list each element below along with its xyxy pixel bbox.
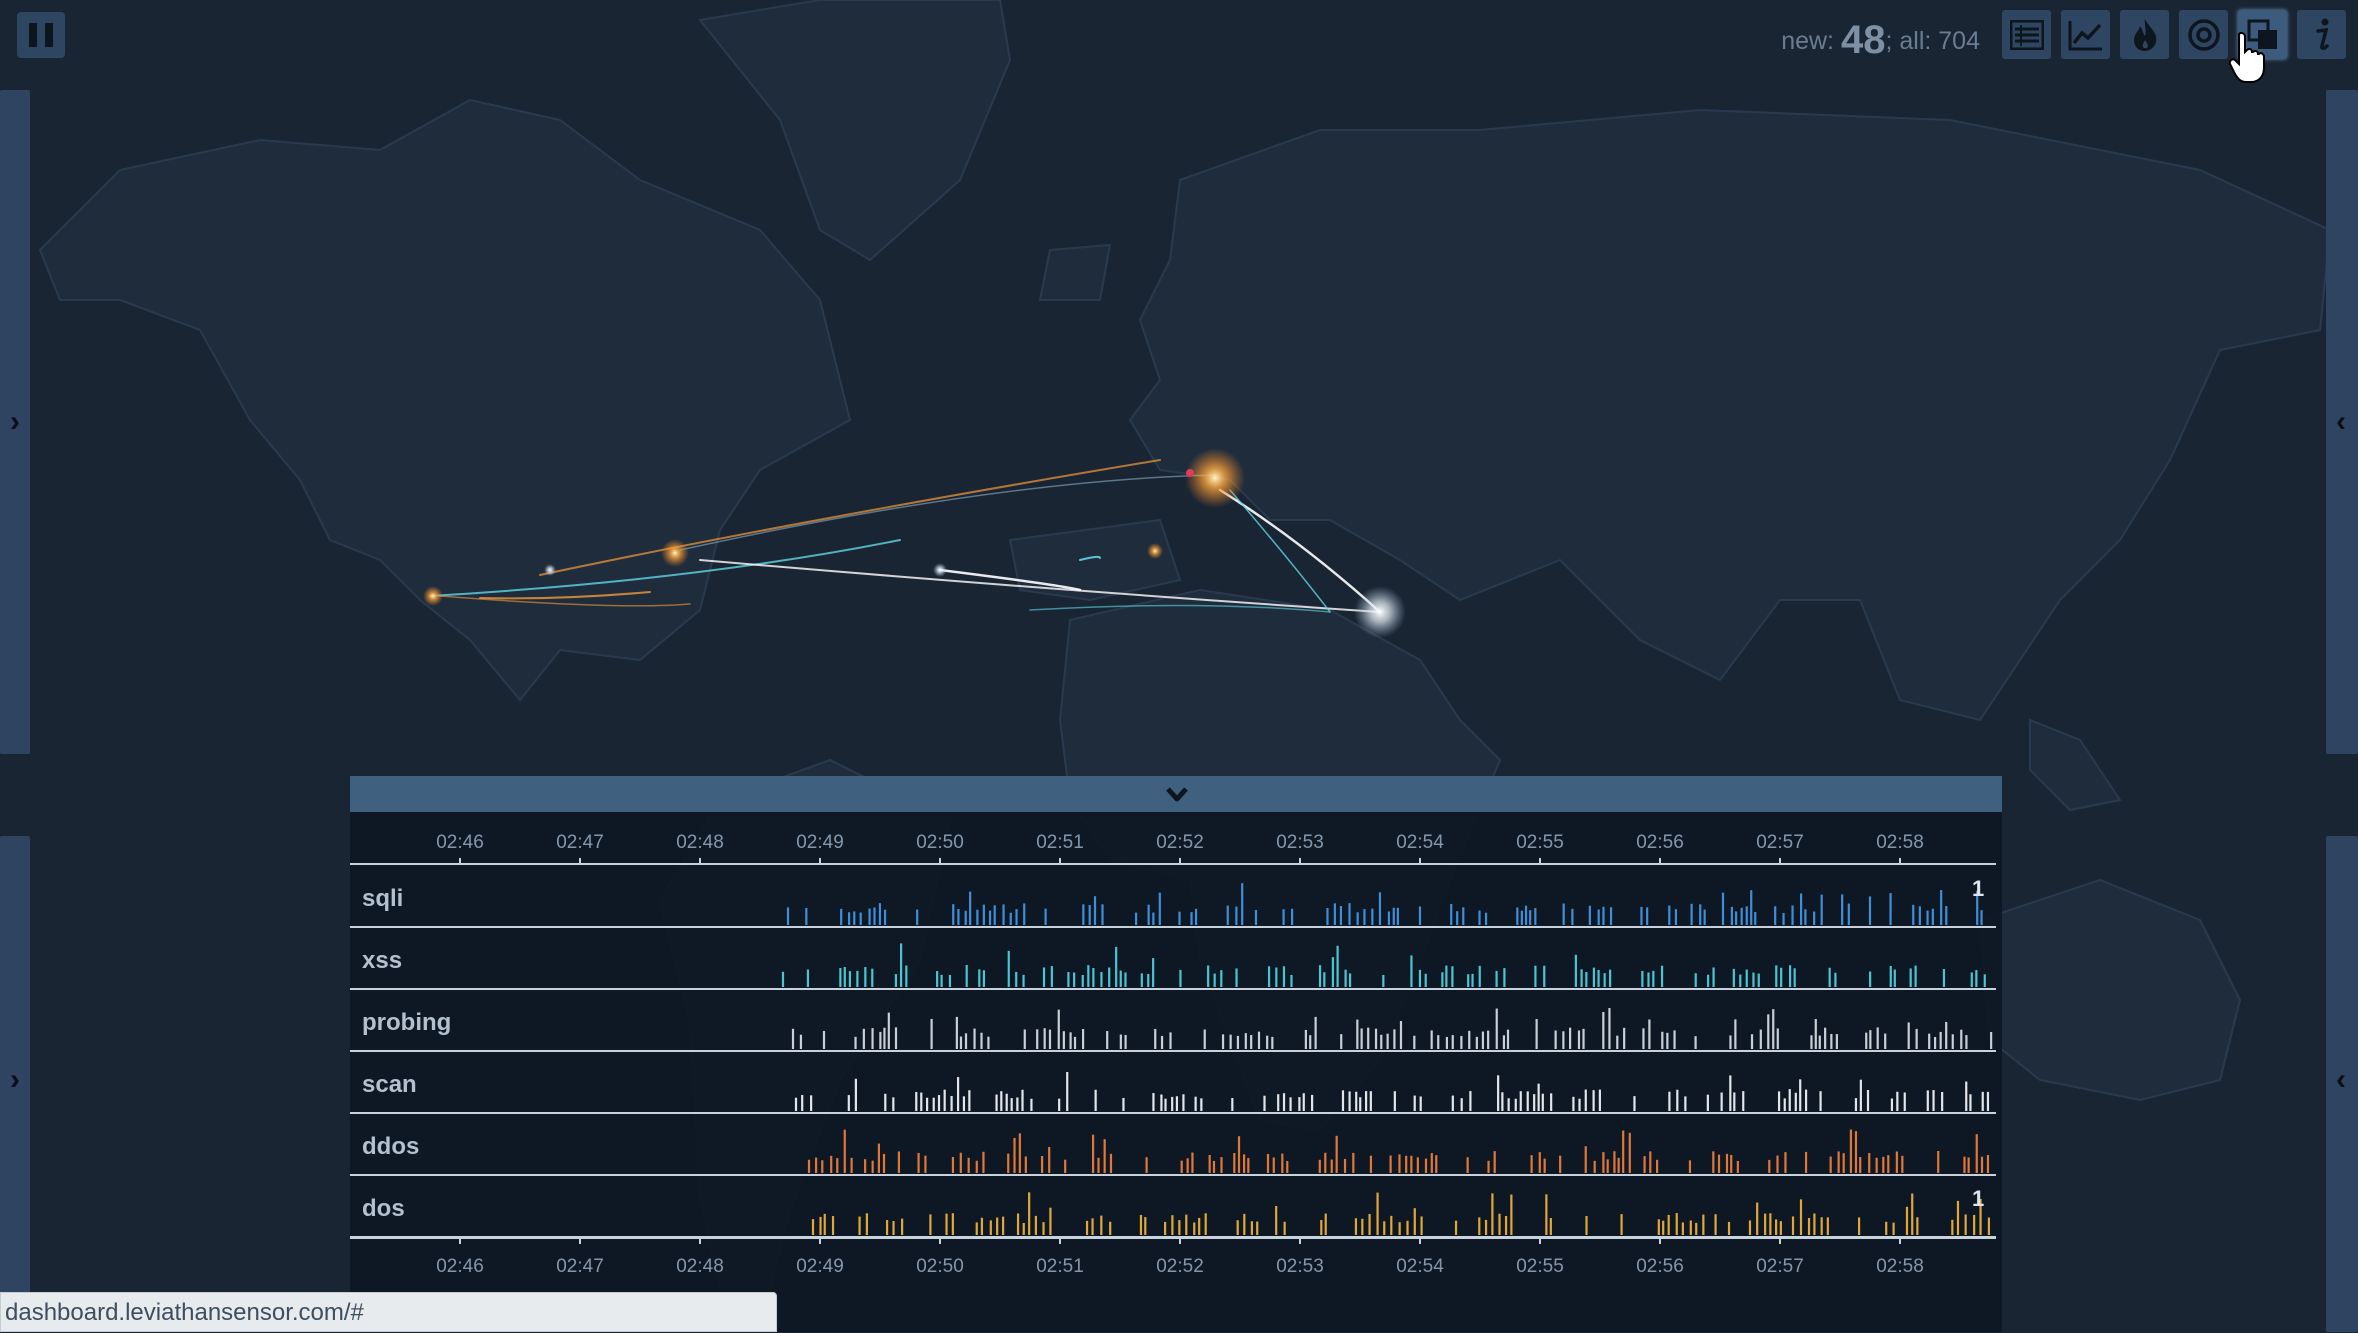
attack-timeline: 02:46 02:46 02:47 02:47 02:48 02:48 02:49 02:49… xyxy=(350,832,1996,1277)
hand-cursor-icon xyxy=(2229,32,2265,83)
time-tick-label: 02:49 xyxy=(796,1256,844,1277)
time-tick-label: 02:58 xyxy=(1876,1256,1924,1277)
time-tick-label: 02:50 xyxy=(916,1256,964,1277)
counter-new-label: new: xyxy=(1781,27,1834,55)
chart-view-button[interactable] xyxy=(2061,10,2110,59)
time-tick-label: 02:54 xyxy=(1396,832,1444,853)
right-panel-tab-bottom[interactable]: ‹ xyxy=(2326,836,2358,1332)
time-tick-label: 02:47 xyxy=(556,832,604,853)
counter-separator: ; xyxy=(1885,27,1893,55)
pause-button[interactable] xyxy=(17,12,65,58)
time-tick-label: 02:57 xyxy=(1756,1256,1804,1277)
time-tick-label: 02:56 xyxy=(1636,1256,1684,1277)
time-tick-label: 02:55 xyxy=(1516,832,1564,853)
time-tick-label: 02:58 xyxy=(1876,832,1924,853)
row-label-xss: xss xyxy=(362,947,402,974)
row-count-label: 1 xyxy=(1972,876,1984,901)
time-tick-label: 02:51 xyxy=(1036,1256,1084,1277)
flame-icon xyxy=(2133,18,2156,51)
chevron-right-icon: › xyxy=(10,1063,20,1096)
row-label-scan: scan xyxy=(362,1071,417,1098)
time-tick-label: 02:46 xyxy=(436,1256,484,1277)
time-tick-label: 02:48 xyxy=(676,1256,724,1277)
chevron-left-icon: ‹ xyxy=(2336,1063,2346,1096)
counter-all-label: all: xyxy=(1899,27,1932,55)
time-tick-label: 02:46 xyxy=(436,832,484,853)
target-icon xyxy=(2187,18,2220,51)
row-label-ddos: ddos xyxy=(362,1133,419,1160)
row-label-sqli: sqli xyxy=(362,885,403,912)
counter-all-value: 704 xyxy=(1938,27,1980,55)
time-tick-label: 02:49 xyxy=(796,832,844,853)
timeline-panel: 02:46 02:46 02:47 02:47 02:48 02:48 02:49 02:49… xyxy=(350,776,2002,1332)
list-view-button[interactable] xyxy=(2002,10,2051,59)
event-counter: new: 48; all: 704 xyxy=(1781,18,1980,63)
time-tick-label: 02:53 xyxy=(1276,1256,1324,1277)
counter-new-value: 48 xyxy=(1840,18,1886,62)
time-tick-label: 02:56 xyxy=(1636,832,1684,853)
chevron-left-icon: ‹ xyxy=(2336,405,2346,438)
time-tick-label: 02:50 xyxy=(916,832,964,853)
left-panel-tab-top[interactable]: › xyxy=(0,90,30,754)
time-tick-label: 02:53 xyxy=(1276,832,1324,853)
time-tick-label: 02:52 xyxy=(1156,1256,1204,1277)
status-bar-url: dashboard.leviathansensor.com/# xyxy=(0,1292,777,1332)
row-count-label: 1 xyxy=(1972,1186,1984,1211)
right-panel-tab-top[interactable]: ‹ xyxy=(2326,90,2358,754)
toolbar xyxy=(2002,10,2346,59)
time-tick-label: 02:57 xyxy=(1756,832,1804,853)
line-chart-icon xyxy=(2068,20,2102,50)
time-tick-label: 02:52 xyxy=(1156,832,1204,853)
time-tick-label: 02:48 xyxy=(676,832,724,853)
info-button[interactable] xyxy=(2297,10,2346,59)
timeline-panel-header[interactable] xyxy=(350,776,2002,812)
heatmap-button[interactable] xyxy=(2120,10,2169,59)
time-tick-label: 02:51 xyxy=(1036,832,1084,853)
pause-icon xyxy=(29,23,37,47)
target-view-button[interactable] xyxy=(2179,10,2228,59)
timeline-panel-body: 02:46 02:46 02:47 02:47 02:48 02:48 02:49 02:49… xyxy=(350,812,2002,1332)
left-panel-tab-bottom[interactable]: › xyxy=(0,836,30,1332)
chevron-right-icon: › xyxy=(10,405,20,438)
time-tick-label: 02:55 xyxy=(1516,1256,1564,1277)
chevron-down-icon[interactable] xyxy=(1164,781,1190,807)
row-label-probing: probing xyxy=(362,1009,451,1036)
row-label-dos: dos xyxy=(362,1195,405,1222)
time-tick-label: 02:54 xyxy=(1396,1256,1444,1277)
info-icon xyxy=(2315,18,2329,50)
list-icon xyxy=(2009,19,2044,50)
time-tick-label: 02:47 xyxy=(556,1256,604,1277)
